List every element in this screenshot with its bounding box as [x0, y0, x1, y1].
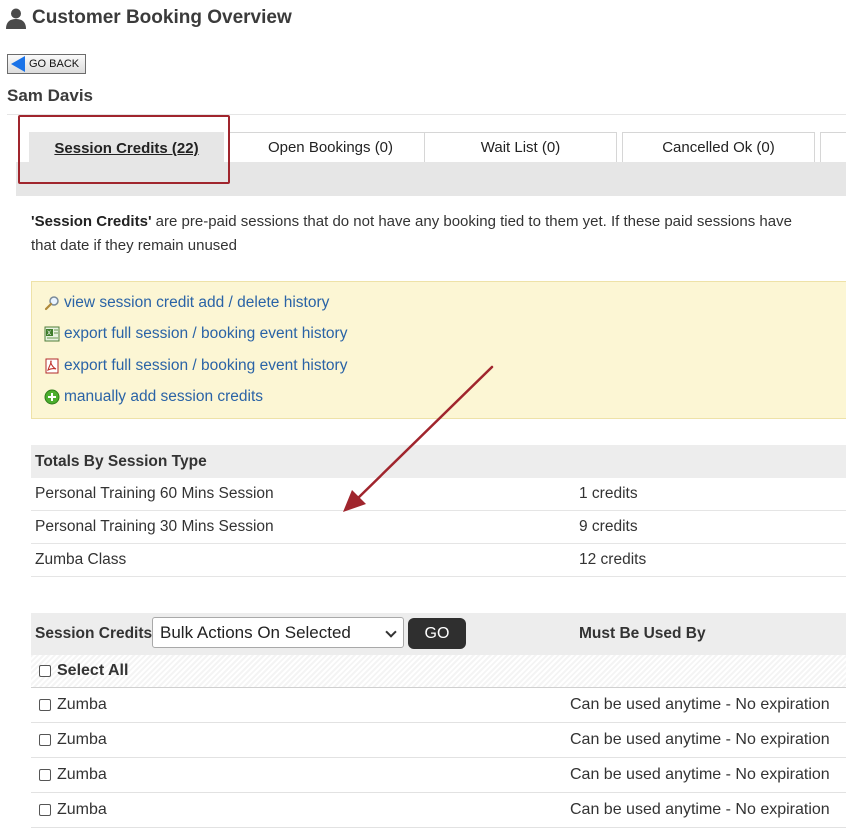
- tab-open-bookings[interactable]: Open Bookings (0): [229, 132, 432, 162]
- tab-bar: Session Credits (22) Open Bookings (0) W…: [16, 132, 846, 164]
- add-circle-icon: [44, 389, 60, 405]
- credit-expiry: Can be used anytime - No expiration: [570, 731, 830, 748]
- export-excel-link[interactable]: X export full session / booking event hi…: [44, 322, 347, 346]
- user-icon: [6, 8, 26, 29]
- row-checkbox[interactable]: [39, 804, 51, 816]
- credit-name: Zumba: [57, 766, 107, 783]
- magnifier-icon: [44, 295, 60, 311]
- description-line2: that date if they remain unused: [31, 237, 237, 254]
- chevron-down-icon: [385, 626, 397, 638]
- select-all-row: Select All: [31, 655, 846, 688]
- select-all-label: Select All: [57, 662, 129, 679]
- credit-count: 9 credits: [579, 518, 638, 535]
- page-header: Customer Booking Overview: [4, 4, 292, 32]
- view-history-label: view session credit add / delete history: [64, 294, 330, 311]
- credit-expiry: Can be used anytime - No expiration: [570, 696, 830, 713]
- tab-wait-list[interactable]: Wait List (0): [424, 132, 617, 162]
- credit-count: 1 credits: [579, 485, 638, 502]
- add-credits-label: manually add session credits: [64, 388, 264, 405]
- credit-count: 12 credits: [579, 551, 647, 568]
- row-checkbox[interactable]: [39, 734, 51, 746]
- list-item: Zumba Can be used anytime - No expiratio…: [31, 723, 846, 758]
- back-arrow-icon: [11, 56, 25, 72]
- credit-name: Zumba: [57, 731, 107, 748]
- page-title: Customer Booking Overview: [32, 7, 292, 28]
- session-type: Personal Training 60 Mins Session: [35, 485, 274, 502]
- list-item: Zumba Can be used anytime - No expiratio…: [31, 793, 846, 828]
- tab-session-credits[interactable]: Session Credits (22): [29, 132, 224, 164]
- tab-cancelled-ok[interactable]: Cancelled Ok (0): [622, 132, 815, 162]
- export-excel-label: export full session / booking event hist…: [64, 325, 348, 342]
- svg-text:X: X: [47, 330, 51, 337]
- export-pdf-label: export full session / booking event hist…: [64, 357, 348, 374]
- tab-more[interactable]: [820, 132, 846, 162]
- credit-expiry: Can be used anytime - No expiration: [570, 801, 830, 818]
- description-term: 'Session Credits': [31, 213, 152, 230]
- add-credits-link[interactable]: manually add session credits: [44, 385, 263, 409]
- session-credits-description: 'Session Credits' are pre-paid sessions …: [31, 210, 846, 258]
- list-item: Zumba Can be used anytime - No expiratio…: [31, 688, 846, 723]
- actions-box: view session credit add / delete history…: [31, 281, 846, 419]
- credits-table-header: Session Credits Bulk Actions On Selected…: [31, 613, 846, 655]
- session-type: Personal Training 30 Mins Session: [35, 518, 274, 535]
- bulk-actions-select[interactable]: Bulk Actions On Selected: [152, 617, 404, 648]
- go-button[interactable]: GO: [408, 618, 466, 649]
- session-type: Zumba Class: [35, 551, 127, 568]
- must-be-used-by-heading: Must Be Used By: [579, 625, 706, 642]
- credits-heading: Session Credits: [35, 625, 153, 642]
- table-row: Personal Training 30 Mins Session 9 cred…: [31, 511, 846, 544]
- excel-icon: X: [44, 326, 60, 342]
- customer-name: Sam Davis: [7, 86, 93, 105]
- row-checkbox[interactable]: [39, 769, 51, 781]
- go-back-label: GO BACK: [29, 58, 80, 70]
- select-all-checkbox[interactable]: [39, 665, 51, 677]
- bulk-actions-value: Bulk Actions On Selected: [160, 622, 351, 642]
- export-pdf-link[interactable]: export full session / booking event hist…: [44, 354, 347, 378]
- table-row: Zumba Class 12 credits: [31, 544, 846, 577]
- credit-name: Zumba: [57, 801, 107, 818]
- select-all[interactable]: Select All: [39, 662, 128, 680]
- divider: [7, 114, 846, 115]
- list-item: Zumba Can be used anytime - No expiratio…: [31, 758, 846, 793]
- view-history-link[interactable]: view session credit add / delete history: [44, 291, 329, 315]
- row-checkbox[interactable]: [39, 699, 51, 711]
- go-back-button[interactable]: GO BACK: [7, 54, 86, 74]
- credit-name: Zumba: [57, 696, 107, 713]
- credit-expiry: Can be used anytime - No expiration: [570, 766, 830, 783]
- table-row: Personal Training 60 Mins Session 1 cred…: [31, 478, 846, 511]
- description-line1: are pre-paid sessions that do not have a…: [151, 213, 792, 230]
- totals-heading: Totals By Session Type: [31, 445, 846, 478]
- pdf-icon: [44, 358, 60, 374]
